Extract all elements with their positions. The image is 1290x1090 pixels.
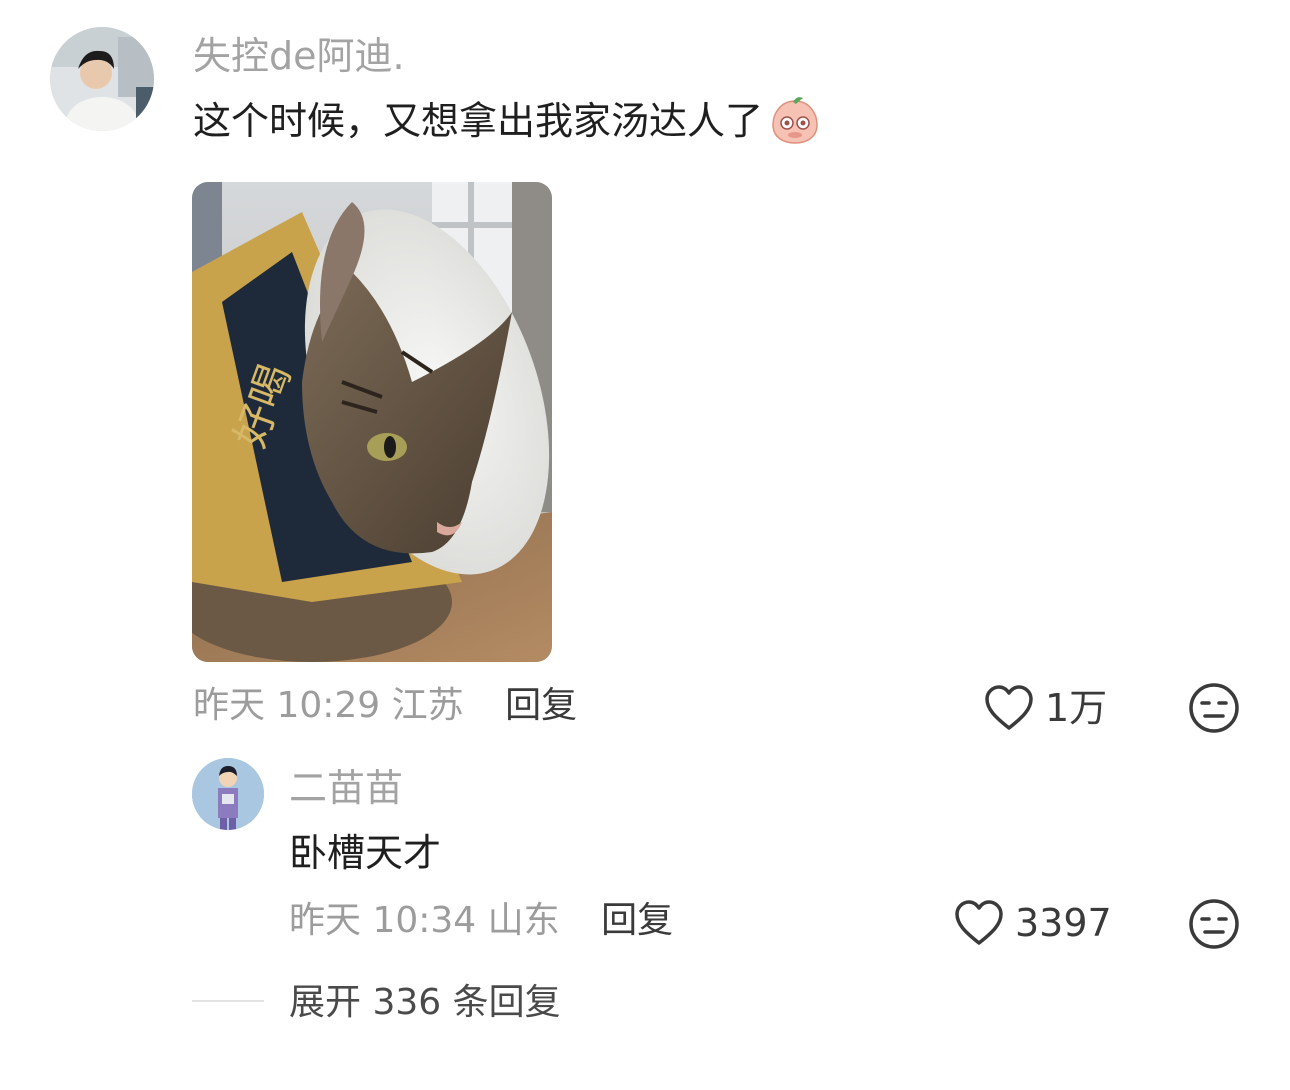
comment-username[interactable]: 失控de阿迪. [193, 32, 405, 80]
comment-location: 江苏 [391, 685, 464, 726]
user-avatar[interactable] [50, 27, 154, 131]
reply-text: 卧槽天才 [289, 831, 442, 875]
reply-time: 昨天 10:34 [289, 900, 477, 941]
reply-meta: 昨天 10:34 山东 回复 [289, 898, 673, 944]
reply-like-count: 3397 [1015, 901, 1112, 945]
reply-reply-button[interactable]: 回复 [601, 900, 673, 941]
comment-text: 这个时候，又想拿出我家汤达人了 [193, 95, 821, 147]
reply-username[interactable]: 二苗苗 [289, 764, 403, 812]
like-button[interactable]: 1万 [983, 684, 1107, 732]
heart-outline-icon [985, 685, 1033, 730]
peach-face-sticker-icon [769, 95, 821, 147]
reply-dislike-button[interactable] [1188, 898, 1240, 950]
reply-button[interactable]: 回复 [505, 685, 577, 726]
meh-face-icon [1189, 899, 1239, 949]
like-count: 1万 [1045, 686, 1108, 730]
dislike-button[interactable] [1188, 682, 1240, 734]
reply-like-button[interactable]: 3397 [953, 899, 1112, 947]
comment-time: 昨天 10:29 [193, 685, 381, 726]
comment-photo[interactable]: 好喝 [192, 182, 552, 662]
reply-user-avatar[interactable] [192, 758, 264, 830]
expand-divider [192, 1000, 264, 1002]
reply-location: 山东 [487, 900, 560, 941]
comment-meta: 昨天 10:29 江苏 回复 [193, 683, 577, 729]
heart-outline-icon [955, 900, 1003, 945]
meh-face-icon [1189, 683, 1239, 733]
expand-replies-button[interactable]: 展开 336 条回复 [289, 980, 561, 1026]
comment-body: 这个时候，又想拿出我家汤达人了 [193, 99, 764, 143]
